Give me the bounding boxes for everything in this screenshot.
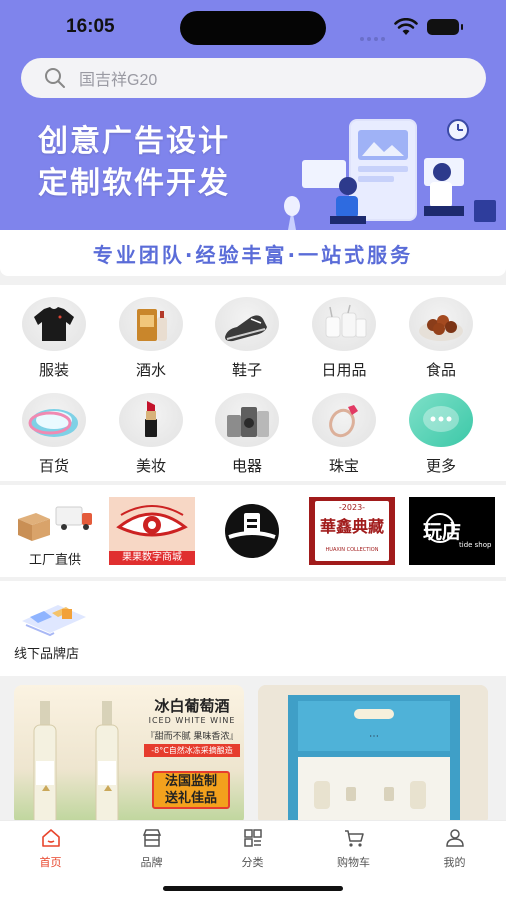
brand-circle-logo[interactable] [209, 497, 295, 565]
lipstick-icon [145, 401, 157, 437]
status-time: 16:05 [66, 16, 115, 37]
basin-icon [28, 409, 78, 437]
category-item-shoes[interactable]: 鞋子 [199, 289, 295, 379]
user-icon [445, 829, 464, 847]
huaxin-title: 華鑫典藏 [319, 517, 384, 536]
product-subtitle: ICED WHITE WINE [148, 716, 236, 725]
category-label: 食品 [425, 361, 456, 379]
battery-icon [427, 19, 463, 35]
tagline-bar: 专业团队·经验丰富·一站式服务 [0, 230, 506, 276]
product-badge-line1: 法国监制 [164, 774, 217, 789]
category-label: 服装 [38, 361, 69, 379]
product-card-wine[interactable]: 冰白葡萄酒 ICED WHITE WINE 『甜而不腻 果味香浓』 -8°C自然… [14, 685, 244, 825]
search-bar[interactable]: 国吉祥G20 [21, 58, 486, 98]
category-item-beauty[interactable]: 美妆 [103, 385, 199, 475]
factory-truck-icon [18, 506, 92, 541]
shoe-icon [225, 315, 267, 342]
tab-profile[interactable]: 我的 [404, 827, 505, 873]
category-label: 百货 [38, 457, 69, 475]
huaxin-logo[interactable]: -2023- 華鑫典藏 HUAXIN COLLECTION [309, 497, 395, 565]
category-item-jewelry[interactable]: 珠宝 [296, 385, 392, 475]
search-icon [45, 68, 65, 88]
category-label: 鞋子 [231, 361, 262, 379]
category-item-food[interactable]: 食品 [393, 289, 489, 379]
svg-text:⋯: ⋯ [369, 731, 379, 742]
wandian-title: 玩店 [423, 521, 462, 543]
factory-direct-label: 工厂直供 [28, 553, 81, 568]
product-title: 冰白葡萄酒 [154, 697, 230, 715]
wifi-icon [394, 18, 418, 35]
category-label: 更多 [425, 457, 456, 475]
offline-store-label: 线下品牌店 [14, 647, 80, 662]
huaxin-year: -2023- [338, 503, 366, 512]
banner-tagline: 专业团队·经验丰富·一站式服务 [92, 242, 414, 267]
brand-row: 工厂直供 果果数字商城 -2023- 華鑫典藏 HUAXIN COLLECTIO… [0, 485, 506, 577]
offline-store-entry[interactable]: 线下品牌店 [0, 581, 506, 676]
tab-profile-label: 我的 [443, 856, 466, 869]
wandian-logo[interactable]: 玩店 tide shop [409, 497, 495, 565]
daily-goods-icon [325, 304, 367, 338]
product-feed: 冰白葡萄酒 ICED WHITE WINE 『甜而不腻 果味香浓』 -8°C自然… [0, 676, 506, 825]
banner-title-line2: 定制软件开发 [38, 166, 230, 201]
tab-cart-label: 购物车 [337, 856, 370, 869]
offline-store-icon [22, 605, 86, 637]
more-chat-icon [423, 406, 459, 432]
cart-icon [344, 830, 364, 847]
guoguo-logo[interactable]: 果果数字商城 [109, 497, 195, 565]
liquor-icon [137, 309, 167, 341]
ring-icon [329, 405, 358, 438]
tab-category[interactable]: 分类 [202, 827, 303, 873]
product-slogan: 『甜而不腻 果味香浓』 [145, 732, 239, 742]
tab-brand[interactable]: 品牌 [101, 827, 202, 873]
huaxin-subtitle: HUAXIN COLLECTION [325, 547, 379, 553]
category-label: 美妆 [135, 457, 166, 475]
product-badge: 法国监制 送礼佳品 [152, 771, 230, 809]
banner-title-line1: 创意广告设计 [38, 124, 230, 159]
category-label: 日用品 [321, 361, 367, 379]
hero-banner[interactable]: 16:05 国吉祥G20 创意广告设计 定制软件开发 [0, 0, 506, 230]
category-item-liquor[interactable]: 酒水 [103, 289, 199, 379]
search-placeholder: 国吉祥G20 [79, 72, 158, 89]
category-item-general-goods[interactable]: 百货 [6, 385, 102, 475]
banner-illustration [284, 119, 496, 230]
category-item-appliances[interactable]: 电器 [199, 385, 295, 475]
sweater-icon [34, 307, 74, 341]
store-icon [142, 829, 161, 847]
signal-icon [360, 26, 388, 45]
food-icon [419, 315, 463, 341]
home-icon [41, 829, 60, 847]
appliance-icon [227, 407, 269, 437]
tab-home[interactable]: 首页 [0, 827, 101, 873]
brand-circle-icon [225, 504, 279, 558]
tab-brand-label: 品牌 [140, 856, 163, 869]
tab-cart[interactable]: 购物车 [303, 827, 404, 873]
home-indicator [163, 886, 343, 891]
category-item-clothing[interactable]: 服装 [6, 289, 102, 379]
category-item-more[interactable]: 更多 [393, 385, 489, 475]
product-card-gift-box[interactable]: ⋯ [258, 685, 488, 825]
eye-logo-icon [116, 505, 188, 537]
guoguo-logo-text: 果果数字商城 [109, 551, 195, 565]
category-label: 珠宝 [328, 457, 359, 475]
wandian-subtitle: tide shop [459, 541, 492, 549]
factory-direct[interactable]: 工厂直供 [10, 497, 100, 569]
category-item-daily-goods[interactable]: 日用品 [296, 289, 392, 379]
grid-icon [243, 829, 262, 847]
category-label: 酒水 [135, 361, 166, 379]
product-badge-line2: 送礼佳品 [164, 791, 217, 806]
tab-category-label: 分类 [241, 856, 264, 869]
wine-bottles-image [33, 701, 119, 825]
tab-home-label: 首页 [39, 856, 62, 869]
category-grid: 服装 酒水 鞋子 日用品 食品 百货 美妆 电器 珠宝 更多 [0, 285, 506, 481]
status-bar: 16:05 [0, 0, 506, 56]
category-label: 电器 [231, 457, 262, 475]
dynamic-island [180, 11, 326, 45]
product-note: -8°C自然冰冻采摘酿造 [144, 744, 240, 757]
gift-box-image: ⋯ [258, 685, 488, 825]
